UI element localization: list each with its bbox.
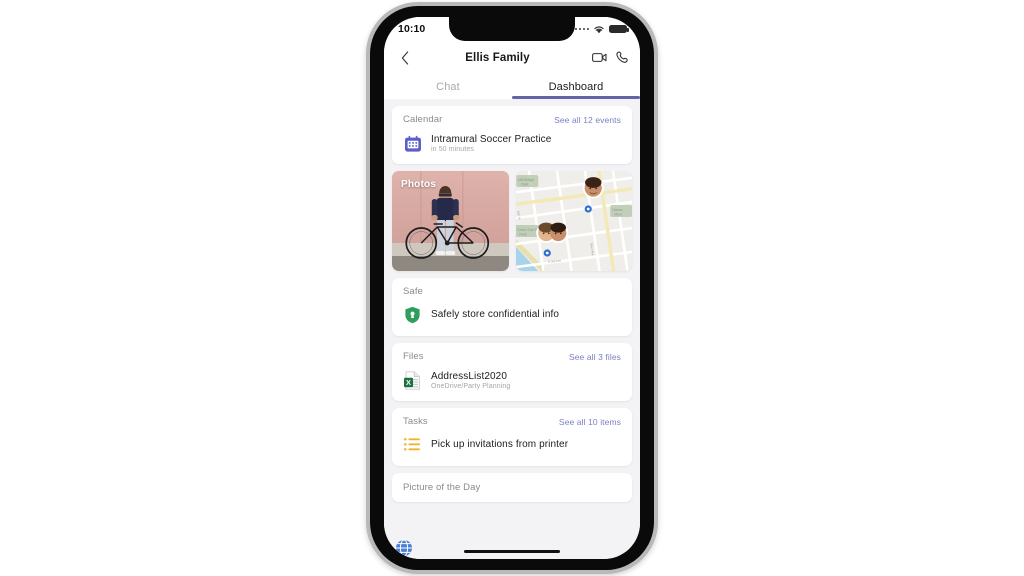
svg-text:Park: Park bbox=[521, 183, 528, 187]
phone-notch bbox=[449, 17, 575, 41]
video-camera-icon bbox=[592, 53, 607, 62]
phone-screen: 10:10 Ellis Family Chat Dashboard Calend… bbox=[384, 17, 640, 559]
tab-dashboard[interactable]: Dashboard bbox=[512, 74, 640, 99]
safe-row-title: Safely store confidential info bbox=[431, 309, 560, 320]
avatar-pin-single bbox=[582, 177, 604, 199]
header-actions bbox=[579, 51, 629, 64]
files-card-title: Files bbox=[403, 351, 424, 362]
back-button[interactable] bbox=[394, 50, 416, 65]
safe-card-title: Safe bbox=[403, 286, 423, 297]
globe-icon[interactable] bbox=[395, 539, 413, 557]
signal-dots-icon bbox=[574, 27, 589, 31]
status-bar-indicators bbox=[574, 24, 629, 34]
app-header: Ellis Family bbox=[384, 41, 640, 74]
calendar-event-text: Intramural Soccer Practice in 50 minutes bbox=[431, 134, 551, 153]
tasks-row-title: Pick up invitations from printer bbox=[431, 439, 569, 450]
picture-of-the-day-header: Picture of the Day bbox=[392, 473, 632, 502]
media-tiles-row: Photos Mill Bridge Park Green Oak Park F… bbox=[392, 171, 632, 271]
picture-of-the-day-card[interactable]: Picture of the Day bbox=[392, 473, 632, 502]
tab-chat[interactable]: Chat bbox=[384, 74, 512, 99]
phone-handset-icon bbox=[616, 51, 628, 63]
chevron-left-icon bbox=[401, 50, 409, 65]
home-indicator bbox=[464, 549, 560, 553]
safe-row[interactable]: Safely store confidential info bbox=[392, 302, 632, 336]
svg-text:Mill Bridge: Mill Bridge bbox=[518, 178, 534, 182]
map-graphic: Mill Bridge Park Green Oak Park Field Ha… bbox=[515, 171, 632, 271]
tasks-row-text: Pick up invitations from printer bbox=[431, 439, 568, 450]
calendar-event-row[interactable]: Intramural Soccer Practice in 50 minutes bbox=[392, 130, 632, 164]
safe-row-text: Safely store confidential info bbox=[431, 309, 559, 320]
task-list-icon bbox=[403, 435, 422, 454]
shield-lock-icon bbox=[403, 305, 422, 324]
avatar-pin-pair bbox=[535, 222, 568, 243]
safe-card[interactable]: Safe Safely store confidential info bbox=[392, 278, 632, 336]
safe-card-header: Safe bbox=[392, 278, 632, 302]
svg-text:View: View bbox=[614, 213, 622, 217]
svg-text:Field: Field bbox=[519, 233, 526, 237]
photos-tile[interactable]: Photos bbox=[392, 171, 509, 271]
files-row[interactable]: X AddressList2020 OneDrive/Party Plannin… bbox=[392, 367, 632, 401]
page-title: Ellis Family bbox=[465, 51, 530, 64]
files-row-text: AddressList2020 OneDrive/Party Planning bbox=[431, 371, 510, 390]
photos-tile-label: Photos bbox=[401, 179, 437, 190]
calendar-event-title: Intramural Soccer Practice bbox=[431, 134, 552, 145]
tab-bar: Chat Dashboard bbox=[384, 74, 640, 99]
picture-of-the-day-title: Picture of the Day bbox=[403, 482, 481, 493]
video-call-button[interactable] bbox=[592, 52, 607, 63]
wifi-icon bbox=[594, 25, 604, 33]
svg-text:Harbor: Harbor bbox=[612, 208, 623, 212]
calendar-card-title: Calendar bbox=[403, 114, 443, 125]
audio-call-button[interactable] bbox=[616, 51, 629, 64]
excel-file-icon: X bbox=[403, 371, 422, 390]
calendar-card[interactable]: Calendar See all 12 events Intramural So… bbox=[392, 106, 632, 164]
files-row-subtitle: OneDrive/Party Planning bbox=[431, 383, 511, 390]
calendar-event-subtitle: in 50 minutes bbox=[431, 146, 474, 153]
calendar-icon bbox=[403, 134, 422, 153]
battery-icon bbox=[609, 24, 629, 34]
tasks-card-title: Tasks bbox=[403, 416, 428, 427]
files-card[interactable]: Files See all 3 files X AddressList2020 … bbox=[392, 343, 632, 401]
calendar-see-all-link[interactable]: See all 12 events bbox=[554, 115, 621, 125]
screenshot-root: 10:10 Ellis Family Chat Dashboard Calend… bbox=[0, 0, 1024, 576]
files-row-title: AddressList2020 bbox=[431, 371, 507, 382]
tasks-row[interactable]: Pick up invitations from printer bbox=[392, 432, 632, 466]
phone-device-frame: 10:10 Ellis Family Chat Dashboard Calend… bbox=[366, 2, 658, 574]
dashboard-scroll-area[interactable]: Calendar See all 12 events Intramural So… bbox=[384, 99, 640, 559]
files-see-all-link[interactable]: See all 3 files bbox=[569, 352, 621, 362]
status-bar-time: 10:10 bbox=[398, 22, 426, 35]
svg-text:X: X bbox=[406, 378, 411, 387]
calendar-card-header: Calendar See all 12 events bbox=[392, 106, 632, 130]
tasks-card[interactable]: Tasks See all 10 items Pick up invitatio… bbox=[392, 408, 632, 466]
map-tile[interactable]: Mill Bridge Park Green Oak Park Field Ha… bbox=[515, 171, 632, 271]
tasks-see-all-link[interactable]: See all 10 items bbox=[559, 417, 621, 427]
tasks-card-header: Tasks See all 10 items bbox=[392, 408, 632, 432]
files-card-header: Files See all 3 files bbox=[392, 343, 632, 367]
